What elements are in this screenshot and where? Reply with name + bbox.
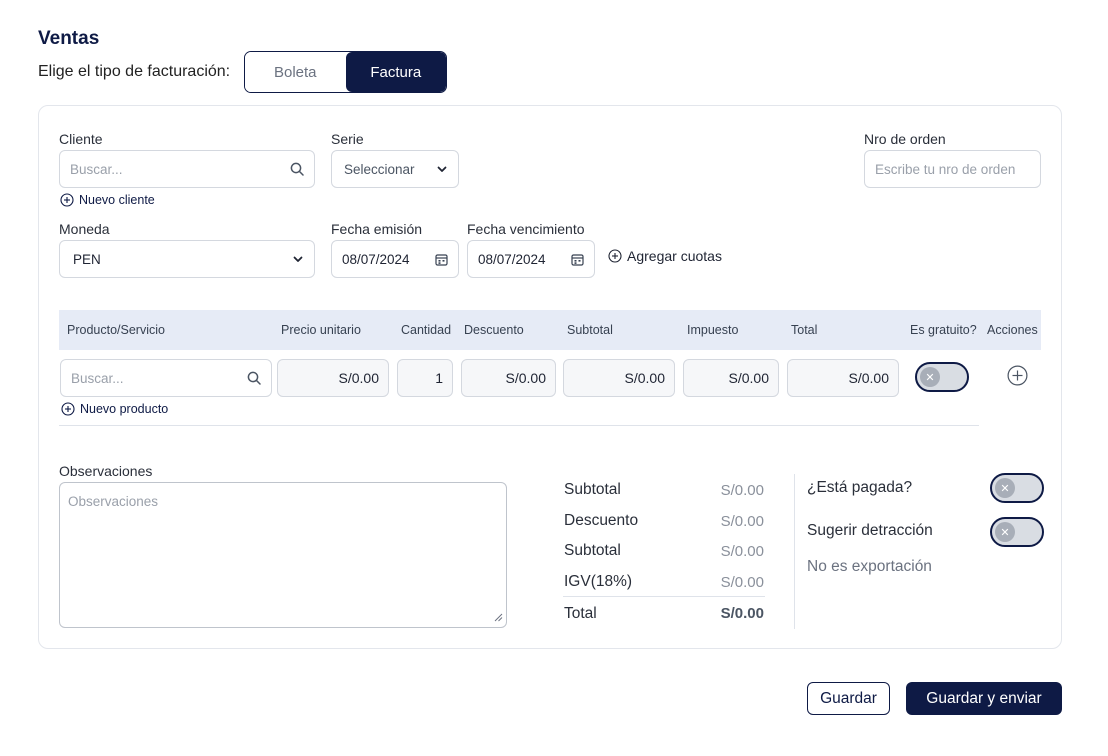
table-divider bbox=[59, 425, 979, 426]
summary-igv-value: S/0.00 bbox=[720, 574, 764, 591]
product-search-input[interactable]: Buscar... bbox=[60, 359, 272, 397]
boleta-option[interactable]: Boleta bbox=[245, 52, 346, 92]
page-title: Ventas bbox=[38, 28, 100, 49]
serie-select[interactable]: Seleccionar bbox=[331, 150, 459, 188]
header-descuento: Descuento bbox=[464, 323, 524, 337]
new-client-label: Nuevo cliente bbox=[79, 193, 155, 207]
moneda-value: PEN bbox=[73, 251, 101, 267]
summary-subtotal2-value: S/0.00 bbox=[720, 543, 764, 560]
cliente-label: Cliente bbox=[59, 131, 103, 147]
subtotal-input[interactable]: S/0.00 bbox=[563, 359, 675, 397]
summary-total-value: S/0.00 bbox=[720, 605, 764, 622]
observaciones-textarea[interactable]: Observaciones bbox=[59, 482, 507, 628]
summary-vertical-divider bbox=[794, 474, 795, 629]
new-product-link[interactable]: Nuevo producto bbox=[61, 402, 168, 416]
fecha-vencimiento-value: 08/07/2024 bbox=[478, 251, 546, 267]
discount-input[interactable]: S/0.00 bbox=[461, 359, 556, 397]
header-total: Total bbox=[791, 323, 818, 337]
paid-label: ¿Está pagada? bbox=[807, 479, 913, 496]
close-icon: ✕ bbox=[920, 367, 940, 387]
billing-type-toggle: Boleta Factura bbox=[244, 51, 447, 93]
header-impuesto: Impuesto bbox=[687, 323, 739, 337]
serie-value: Seleccionar bbox=[344, 161, 415, 177]
summary-divider bbox=[563, 596, 765, 597]
moneda-select[interactable]: PEN bbox=[59, 240, 315, 278]
summary-discount-value: S/0.00 bbox=[720, 513, 764, 530]
summary-subtotal-value: S/0.00 bbox=[720, 482, 764, 499]
search-icon bbox=[247, 371, 261, 385]
detraction-label: Sugerir detracción bbox=[807, 522, 933, 539]
product-placeholder: Buscar... bbox=[71, 370, 124, 386]
close-icon: ✕ bbox=[995, 522, 1015, 542]
total-input[interactable]: S/0.00 bbox=[787, 359, 899, 397]
plus-circle-icon bbox=[61, 402, 75, 416]
nro-orden-label: Nro de orden bbox=[864, 131, 946, 147]
free-item-toggle[interactable]: ✕ bbox=[915, 362, 969, 392]
header-precio-unitario: Precio unitario bbox=[281, 323, 361, 337]
cliente-placeholder: Buscar... bbox=[70, 161, 123, 177]
cliente-search-input[interactable]: Buscar... bbox=[59, 150, 315, 188]
fecha-vencimiento-label: Fecha vencimiento bbox=[467, 221, 585, 237]
fecha-emision-value: 08/07/2024 bbox=[342, 251, 410, 267]
observaciones-label: Observaciones bbox=[59, 463, 153, 479]
calendar-icon[interactable] bbox=[435, 253, 448, 266]
close-icon: ✕ bbox=[995, 478, 1015, 498]
paid-toggle[interactable]: ✕ bbox=[990, 473, 1044, 503]
fecha-emision-label: Fecha emisión bbox=[331, 221, 423, 237]
export-status-text: No es exportación bbox=[807, 558, 932, 575]
observaciones-placeholder: Observaciones bbox=[68, 494, 159, 509]
resize-handle-icon[interactable] bbox=[494, 610, 503, 625]
fecha-emision-input[interactable]: 08/07/2024 bbox=[331, 240, 459, 278]
add-installments-link[interactable]: Agregar cuotas bbox=[608, 248, 722, 264]
serie-label: Serie bbox=[331, 131, 364, 147]
header-es-gratuito: Es gratuito? bbox=[910, 323, 977, 337]
summary-igv-label: IGV(18%) bbox=[564, 573, 633, 590]
save-and-send-button[interactable]: Guardar y enviar bbox=[906, 682, 1062, 715]
moneda-label: Moneda bbox=[59, 221, 110, 237]
search-icon bbox=[290, 162, 304, 176]
quantity-input[interactable]: 1 bbox=[397, 359, 453, 397]
detraction-toggle[interactable]: ✕ bbox=[990, 517, 1044, 547]
header-subtotal: Subtotal bbox=[567, 323, 613, 337]
factura-option[interactable]: Factura bbox=[345, 52, 446, 92]
nro-orden-placeholder: Escribe tu nro de orden bbox=[875, 161, 1016, 177]
summary-subtotal-label: Subtotal bbox=[564, 481, 621, 498]
summary-subtotal2-label: Subtotal bbox=[564, 542, 621, 559]
unit-price-input[interactable]: S/0.00 bbox=[277, 359, 389, 397]
new-client-link[interactable]: Nuevo cliente bbox=[60, 193, 155, 207]
nro-orden-input[interactable]: Escribe tu nro de orden bbox=[864, 150, 1041, 188]
plus-circle-icon bbox=[608, 249, 622, 263]
products-table-header: Producto/Servicio Precio unitario Cantid… bbox=[59, 310, 1041, 350]
save-button[interactable]: Guardar bbox=[807, 682, 890, 715]
header-acciones: Acciones bbox=[987, 323, 1038, 337]
chevron-down-icon bbox=[436, 163, 448, 175]
billing-type-label: Elige el tipo de facturación: bbox=[38, 63, 231, 80]
plus-circle-icon bbox=[60, 193, 74, 207]
fecha-vencimiento-input[interactable]: 08/07/2024 bbox=[467, 240, 595, 278]
header-producto: Producto/Servicio bbox=[67, 323, 165, 337]
new-product-label: Nuevo producto bbox=[80, 402, 169, 416]
chevron-down-icon bbox=[292, 253, 304, 265]
plus-circle-icon bbox=[1007, 365, 1028, 386]
summary-discount-label: Descuento bbox=[564, 512, 639, 529]
add-installments-label: Agregar cuotas bbox=[627, 248, 722, 264]
summary-total-label: Total bbox=[564, 605, 597, 622]
calendar-icon[interactable] bbox=[571, 253, 584, 266]
add-row-button[interactable] bbox=[1007, 365, 1028, 386]
header-cantidad: Cantidad bbox=[401, 323, 452, 337]
tax-input[interactable]: S/0.00 bbox=[683, 359, 779, 397]
